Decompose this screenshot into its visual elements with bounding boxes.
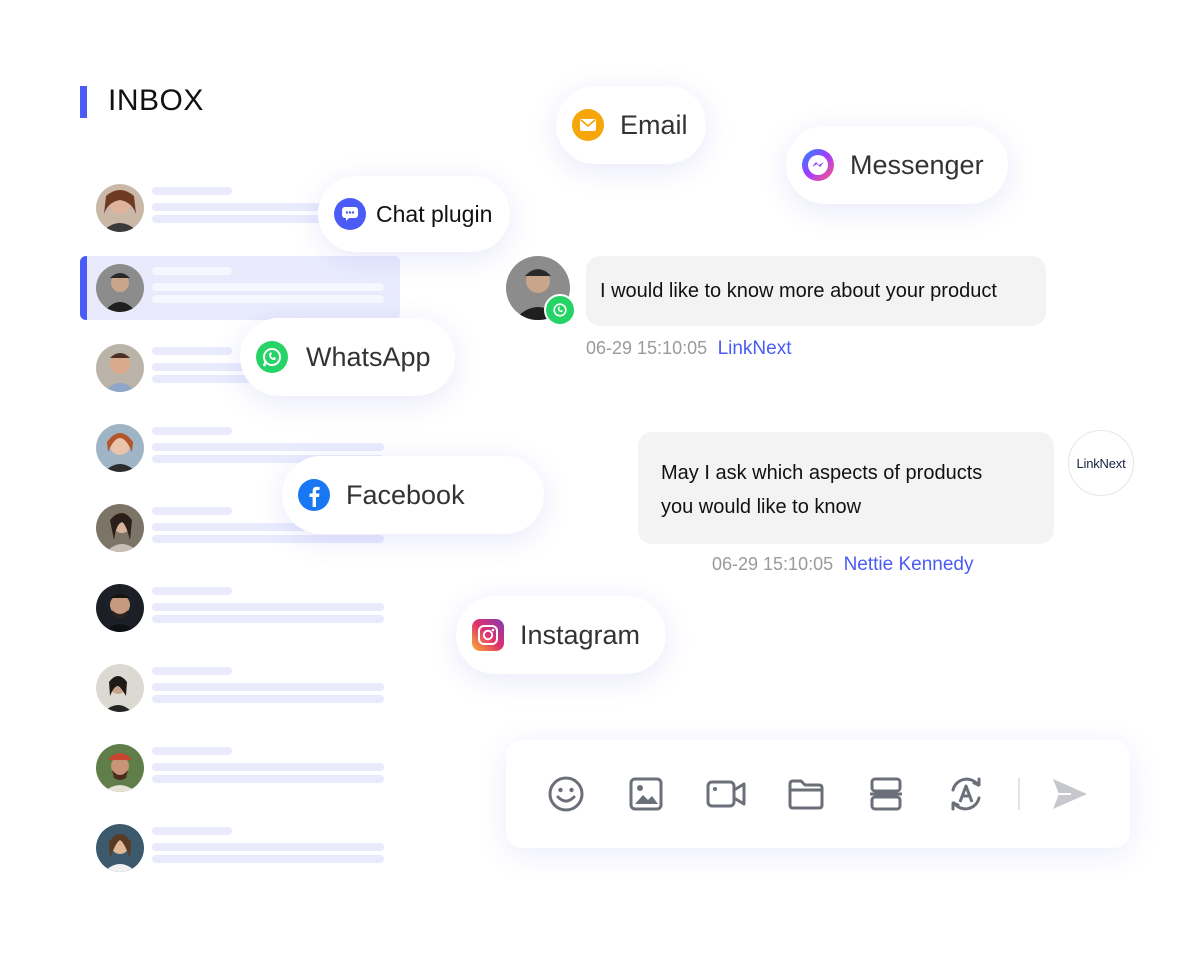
placeholder-line [152, 427, 232, 435]
brand-logo-text: LinkNext [1076, 455, 1126, 471]
incoming-message-meta: 06-29 15:10:05 LinkNext [586, 338, 791, 360]
brand-avatar: LinkNext [1068, 430, 1134, 496]
avatar [96, 424, 144, 472]
avatar [96, 744, 144, 792]
channel-email[interactable]: Email [556, 86, 706, 164]
placeholder-line [152, 347, 232, 355]
message-sender: LinkNext [717, 338, 792, 359]
incoming-message-bubble: I would like to know more about your pro… [586, 256, 1046, 326]
placeholder-line [152, 827, 232, 835]
image-icon[interactable] [624, 772, 668, 816]
inbox-accent-bar [80, 86, 87, 118]
message-time: 06-29 15:10:05 [586, 338, 708, 358]
whatsapp-badge-icon [544, 294, 576, 326]
outgoing-message-meta: 06-29 15:10:05 Nettie Kennedy [712, 554, 973, 576]
message-text: I would like to know more about your pro… [600, 279, 997, 302]
placeholder-line [152, 587, 232, 595]
channel-label: Chat plugin [376, 200, 493, 227]
template-icon[interactable] [864, 772, 908, 816]
message-time: 06-29 15:10:05 [712, 554, 834, 574]
folder-icon[interactable] [784, 772, 828, 816]
placeholder-line [152, 695, 384, 703]
outgoing-message-bubble: May I ask which aspects of products you … [638, 432, 1054, 544]
placeholder-line [152, 603, 384, 611]
placeholder-line [152, 187, 232, 195]
messenger-icon [802, 149, 834, 181]
placeholder-line [152, 535, 384, 543]
channel-whatsapp[interactable]: WhatsApp [240, 318, 455, 396]
conversation-item-selected[interactable] [80, 256, 400, 320]
avatar [96, 824, 144, 872]
avatar [96, 584, 144, 632]
channel-instagram[interactable]: Instagram [456, 596, 666, 674]
avatar [96, 664, 144, 712]
channel-label: Email [620, 109, 688, 140]
conversation-item[interactable] [80, 656, 400, 720]
avatar [96, 344, 144, 392]
placeholder-line [152, 855, 384, 863]
compose-toolbar [506, 740, 1130, 848]
conversation-item[interactable] [80, 816, 400, 880]
placeholder-line [152, 683, 384, 691]
message-text-line: you would like to know [661, 496, 862, 518]
message-sender: Nettie Kennedy [843, 554, 974, 575]
placeholder-line [152, 267, 232, 275]
avatar [96, 184, 144, 232]
placeholder-line [152, 843, 384, 851]
placeholder-line [152, 295, 384, 303]
toolbar-divider [1018, 778, 1020, 810]
placeholder-line [152, 615, 384, 623]
placeholder-line [152, 507, 232, 515]
channel-facebook[interactable]: Facebook [282, 456, 544, 534]
placeholder-line [152, 283, 384, 291]
message-text-line: May I ask which aspects of products [661, 462, 983, 484]
avatar [96, 264, 144, 312]
translate-icon[interactable] [944, 772, 988, 816]
avatar [96, 504, 144, 552]
placeholder-line [152, 443, 384, 451]
conversation-item[interactable] [80, 736, 400, 800]
placeholder-line [152, 763, 384, 771]
emoji-icon[interactable] [544, 772, 588, 816]
email-icon [572, 109, 604, 141]
channel-chat-plugin[interactable]: Chat plugin [318, 176, 510, 252]
channel-label: Facebook [346, 479, 465, 510]
video-icon[interactable] [704, 772, 748, 816]
placeholder-line [152, 747, 232, 755]
channel-label: Instagram [520, 619, 641, 650]
channel-messenger[interactable]: Messenger [786, 126, 1008, 204]
conversation-item[interactable] [80, 576, 400, 640]
facebook-icon [298, 479, 330, 511]
whatsapp-icon [256, 341, 288, 373]
channel-label: WhatsApp [306, 341, 431, 372]
inbox-title: INBOX [108, 84, 204, 117]
placeholder-line [152, 775, 384, 783]
chat-plugin-icon [334, 198, 366, 230]
instagram-icon [472, 619, 504, 651]
placeholder-line [152, 667, 232, 675]
channel-label: Messenger [850, 149, 984, 180]
send-icon[interactable] [1048, 772, 1092, 816]
